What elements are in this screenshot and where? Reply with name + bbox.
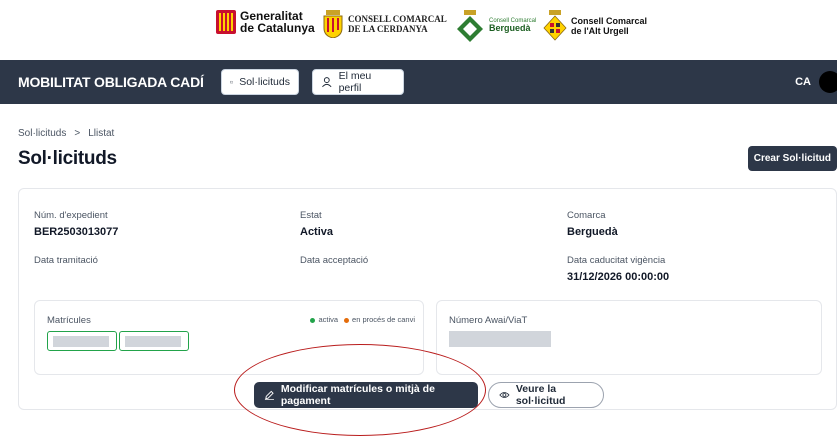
modify-plates-button[interactable]: Modificar matrícules o mitjà de pagament: [254, 382, 478, 408]
legend-in-change-label: en procés de canvi: [352, 315, 415, 324]
matricules-card: Matrícules activa en procés de canvi: [34, 300, 424, 375]
modify-plates-label: Modificar matrícules o mitjà de pagament: [280, 383, 435, 407]
license-plate-1: [47, 331, 117, 351]
legend-active-label: activa: [318, 315, 339, 324]
language-selector[interactable]: CA: [795, 76, 811, 88]
expedient-value: BER2503013077: [34, 226, 119, 238]
top-navbar: MOBILITAT OBLIGADA CADÍ Sol·licituds El …: [0, 60, 837, 104]
nav-perfil-label: El meu perfil: [338, 70, 372, 94]
request-card: [18, 188, 837, 410]
view-request-button[interactable]: Veure la sol·licitud: [488, 382, 604, 408]
edit-icon: [264, 390, 274, 400]
eye-icon: [499, 392, 510, 398]
estat-label: Estat: [300, 210, 322, 221]
page-title: Sol·licituds: [18, 148, 117, 169]
nav-perfil-button[interactable]: El meu perfil: [312, 69, 404, 95]
cerdanya-line-2: DE LA CERDANYA: [348, 24, 428, 34]
alt-urgell-logo: Consell Comarcal de l'Alt Urgell: [543, 10, 647, 42]
breadcrumb: Sol·licituds > Llistat: [18, 128, 114, 139]
generalitat-line-2: de Catalunya: [240, 21, 315, 35]
nav-sollicituds-button[interactable]: Sol·licituds: [221, 69, 299, 95]
cerdanya-line-1: CONSELL COMARCAL: [348, 14, 447, 24]
cerdanya-shield-icon: [323, 10, 343, 38]
legend-in-change: en procés de canvi: [344, 315, 415, 324]
matricules-legend: activa en procés de canvi: [310, 315, 415, 324]
alt-urgell-line-1: Consell Comarcal: [571, 16, 648, 26]
bergueda-emblem-icon: [457, 10, 483, 42]
breadcrumb-root[interactable]: Sol·licituds: [18, 128, 66, 139]
awai-label: Número Awai/ViaT: [449, 315, 528, 326]
redacted-awai-number: [449, 331, 551, 347]
institution-logos: Generalitat de Catalunya CONSELL COMARCA…: [0, 0, 837, 60]
redacted-plate: [53, 336, 109, 347]
in-change-dot-icon: [344, 317, 350, 323]
redacted-plate: [125, 336, 181, 347]
estat-value: Activa: [300, 226, 334, 238]
alt-urgell-emblem-icon: [543, 10, 567, 41]
alt-urgell-line-2: de l'Alt Urgell: [571, 26, 629, 36]
app-title[interactable]: MOBILITAT OBLIGADA CADÍ: [18, 74, 204, 90]
breadcrumb-separator: >: [74, 128, 81, 139]
cerdanya-logo: CONSELL COMARCAL DE LA CERDANYA: [322, 10, 447, 38]
caducitat-value: 31/12/2026 00:00:00: [567, 271, 670, 283]
comarca-label: Comarca: [567, 210, 606, 221]
matricules-label: Matrícules: [47, 315, 91, 326]
breadcrumb-current: Llistat: [88, 128, 115, 139]
page: Generalitat de Catalunya CONSELL COMARCA…: [0, 0, 837, 439]
bergueda-line-2: Berguedà: [489, 23, 531, 33]
tramitacio-label: Data tramitació: [34, 255, 98, 266]
license-plate-2: [119, 331, 189, 351]
bergueda-logo: Consell Comarcal Berguedà: [455, 10, 536, 42]
caducitat-label: Data caducitat vigència: [567, 255, 666, 266]
view-request-label: Veure la sol·licitud: [515, 383, 566, 407]
comarca-value: Berguedà: [567, 226, 618, 238]
generalitat-emblem-icon: [216, 10, 236, 34]
awai-card: Número Awai/ViaT: [436, 300, 822, 375]
acceptacio-label: Data acceptació: [300, 255, 369, 266]
avatar[interactable]: [819, 71, 837, 93]
user-icon: [322, 77, 332, 88]
nav-sollicituds-label: Sol·licituds: [239, 76, 290, 88]
expedient-label: Núm. d'expedient: [34, 210, 108, 221]
generalitat-logo: Generalitat de Catalunya: [216, 10, 315, 34]
create-sollicitud-button[interactable]: Crear Sol·licitud: [747, 146, 837, 171]
legend-active: activa: [310, 315, 338, 324]
folder-icon: [230, 81, 234, 84]
active-dot-icon: [310, 317, 316, 323]
